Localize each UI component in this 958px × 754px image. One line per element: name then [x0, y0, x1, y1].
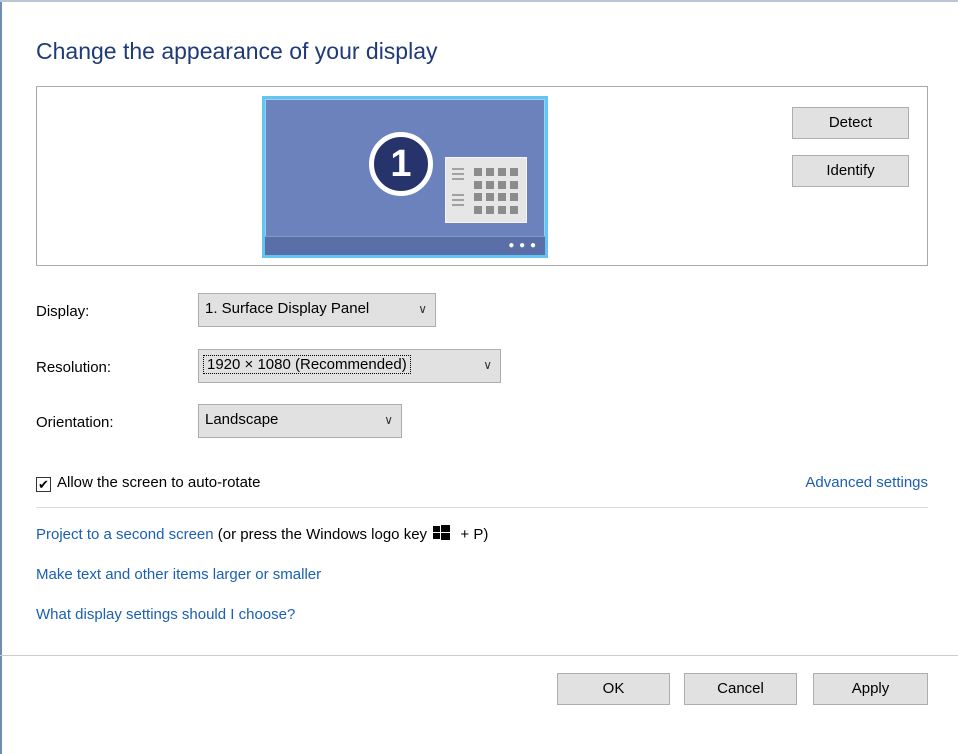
cancel-button[interactable]: Cancel — [684, 673, 797, 705]
detect-button[interactable]: Detect — [792, 107, 909, 139]
window-left-border — [0, 0, 2, 754]
page-title: Change the appearance of your display — [36, 38, 438, 64]
autorotate-label: Allow the screen to auto-rotate — [57, 474, 261, 491]
project-hint-text: (or press the Windows logo key — [217, 526, 428, 543]
orientation-label: Orientation: — [36, 414, 114, 431]
orientation-select[interactable]: Landscape ∨ — [198, 404, 402, 438]
more-dots-icon: ● ● ● — [508, 240, 537, 251]
monitor-preview[interactable]: 1 ● ● ● — [262, 96, 548, 258]
project-hint-shortcut: + P) — [460, 526, 489, 543]
project-row: Project to a second screen (or press the… — [36, 525, 488, 543]
resolution-select-value: 1920 × 1080 (Recommended) — [203, 355, 411, 374]
display-help-link[interactable]: What display settings should I choose? — [36, 606, 295, 623]
window-thumbnail-icon — [445, 157, 527, 223]
orientation-select-value: Landscape — [205, 411, 279, 428]
footer-divider — [0, 655, 958, 656]
advanced-settings-link[interactable]: Advanced settings — [805, 474, 928, 491]
divider — [36, 507, 928, 508]
display-select[interactable]: 1. Surface Display Panel ∨ — [198, 293, 436, 327]
resolution-label: Resolution: — [36, 359, 112, 376]
chevron-down-icon: ∨ — [483, 358, 492, 372]
chevron-down-icon: ∨ — [418, 302, 427, 316]
apply-button[interactable]: Apply — [813, 673, 928, 705]
identify-button[interactable]: Identify — [792, 155, 909, 187]
text-size-link[interactable]: Make text and other items larger or smal… — [36, 566, 321, 583]
window-top-border — [0, 0, 958, 2]
ok-button[interactable]: OK — [557, 673, 670, 705]
display-label: Display: — [36, 303, 90, 320]
autorotate-checkbox[interactable]: ✔ — [36, 477, 51, 492]
autorotate-row[interactable]: ✔ Allow the screen to auto-rotate — [36, 474, 260, 494]
windows-logo-icon — [433, 525, 451, 541]
monitor-taskbar: ● ● ● — [265, 236, 545, 255]
chevron-down-icon: ∨ — [384, 413, 393, 427]
monitor-number-badge: 1 — [369, 132, 433, 196]
display-select-value: 1. Surface Display Panel — [205, 300, 370, 317]
project-second-screen-link[interactable]: Project to a second screen — [36, 526, 214, 543]
resolution-select[interactable]: 1920 × 1080 (Recommended) ∨ — [198, 349, 501, 383]
